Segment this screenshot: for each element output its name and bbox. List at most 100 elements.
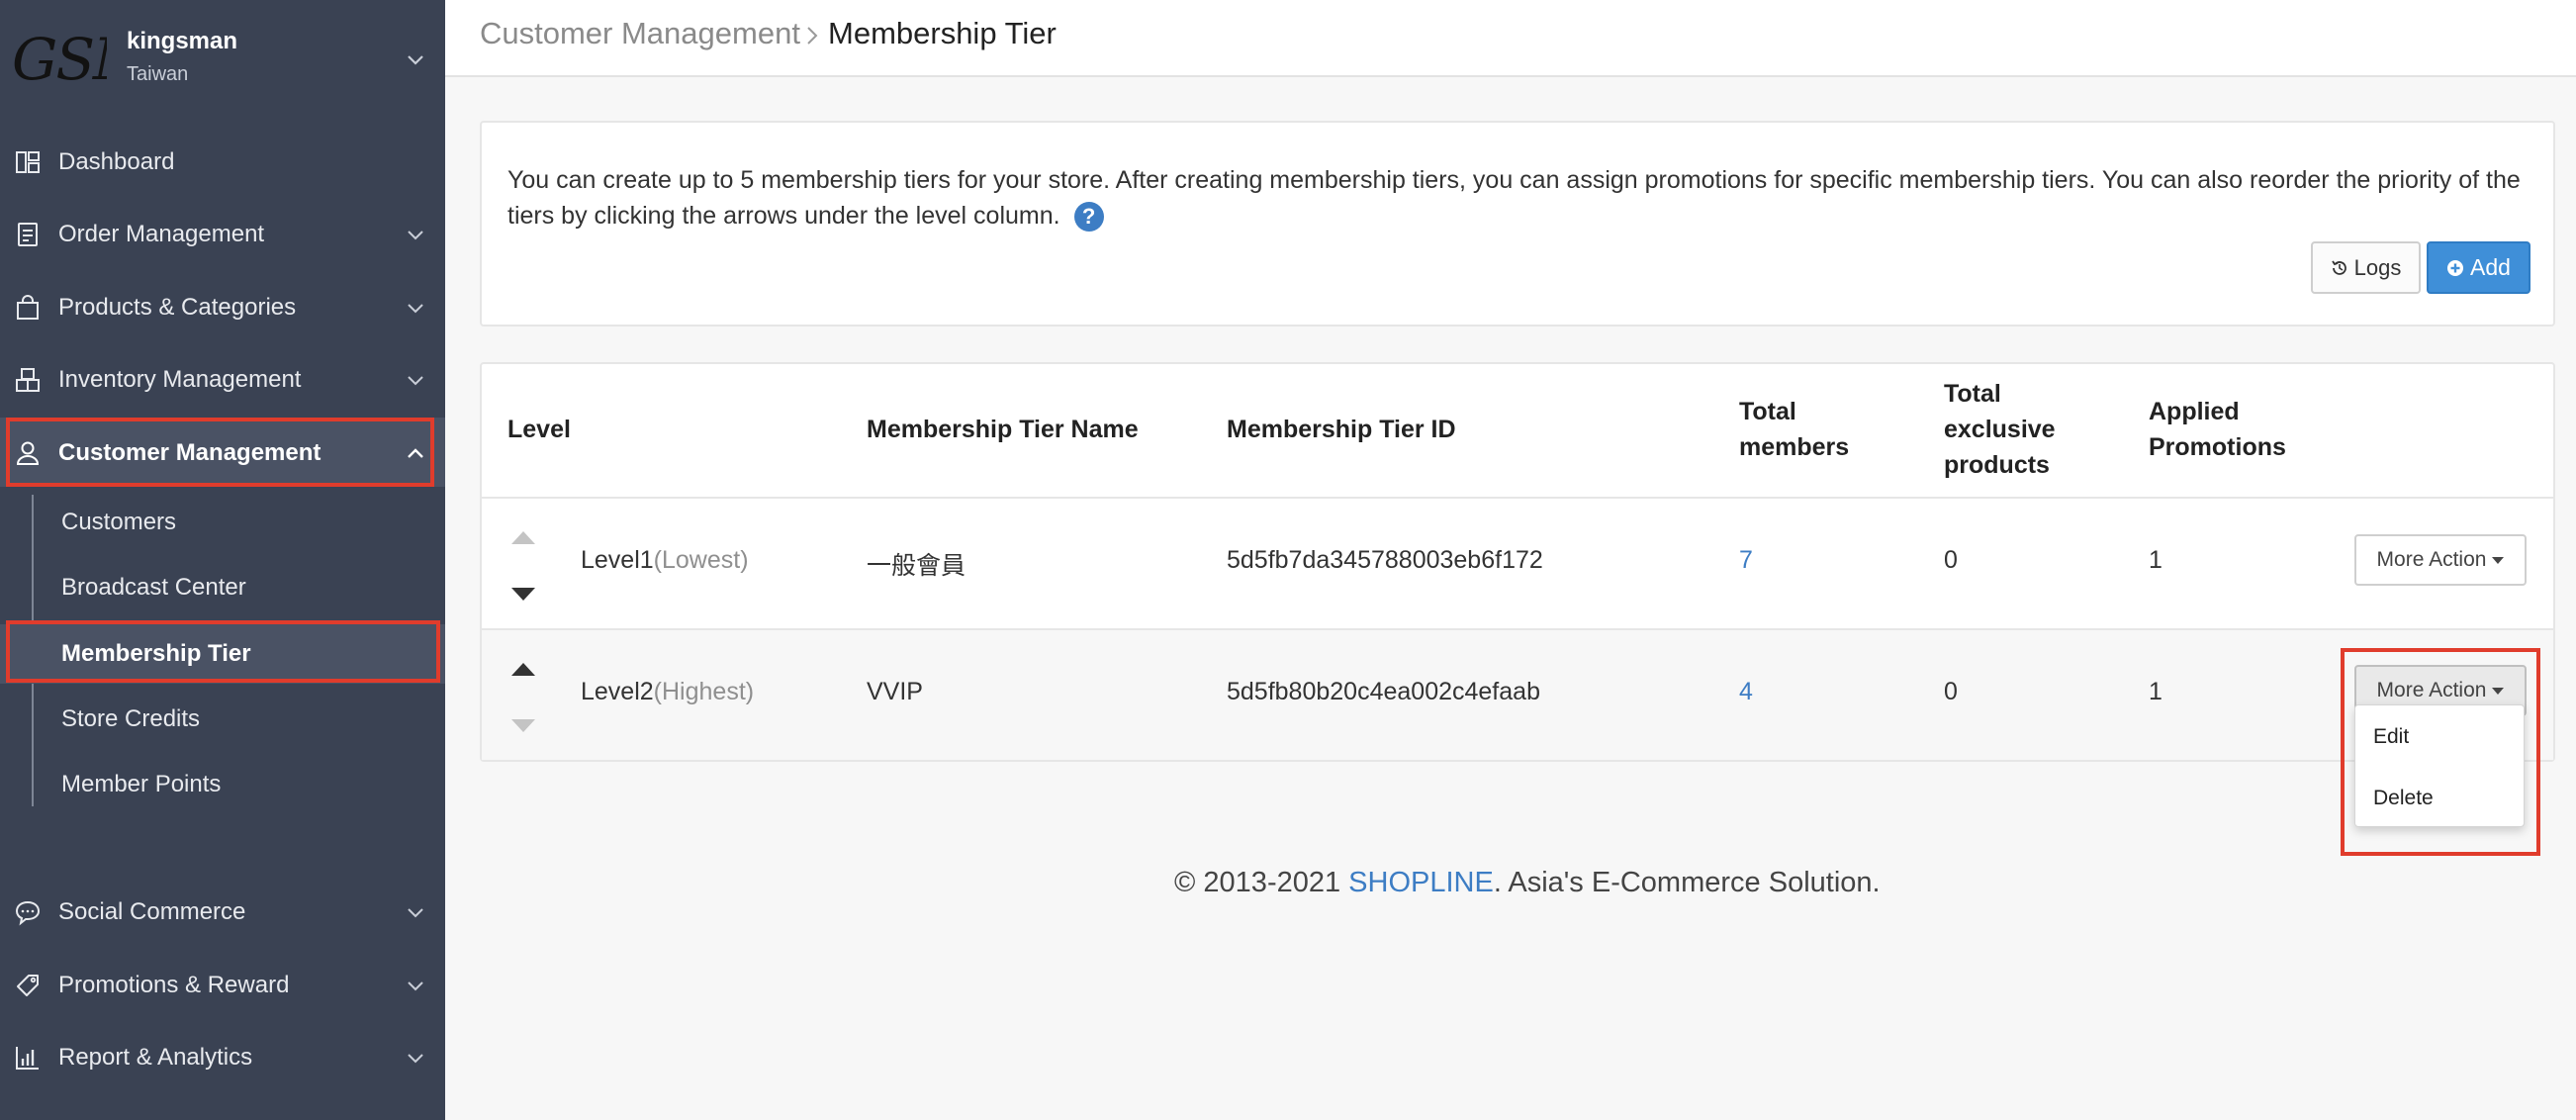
tier-level-text: Level2 [581, 678, 654, 705]
submenu-item-member-points[interactable]: Member Points [0, 755, 445, 814]
info-description: You can create up to 5 membership tiers … [507, 162, 2531, 233]
chevron-down-icon [408, 908, 423, 918]
store-name: kingsman [127, 28, 238, 54]
submenu-item-label: Broadcast Center [61, 574, 246, 601]
sidebar-item-report-analytics[interactable]: Report & Analytics [0, 1022, 445, 1091]
tier-level: Level1(Lowest) [581, 546, 749, 575]
column-header-applied-promotions: Applied Promotions [2149, 394, 2286, 465]
tier-name: VVIP [867, 678, 923, 705]
tier-id: 5d5fb80b20c4ea002c4efaab [1227, 678, 1540, 705]
plus-circle-icon [2447, 260, 2464, 276]
top-bar: Customer Management Membership Tier [445, 0, 2576, 77]
tag-icon [17, 975, 39, 996]
header-line: products [1944, 451, 2050, 479]
tier-id: 5d5fb7da345788003eb6f172 [1227, 546, 1543, 574]
submenu-item-label: Customers [61, 509, 177, 535]
total-members-link[interactable]: 4 [1739, 678, 1753, 706]
column-header-tier-id: Membership Tier ID [1227, 416, 1456, 443]
header-line: Promotions [2149, 433, 2286, 461]
store-switcher[interactable]: GSN kingsman Taiwan [0, 0, 445, 119]
header-line: Total [1944, 380, 2001, 408]
footer-prefix: © 2013-2021 [1174, 867, 1349, 898]
header-line: Applied [2149, 398, 2240, 425]
column-header-tier-name: Membership Tier Name [867, 416, 1139, 443]
move-up-arrow-icon[interactable] [509, 660, 537, 678]
sidebar-item-order-management[interactable]: Order Management [0, 199, 445, 268]
sidebar-item-products-categories[interactable]: Products & Categories [0, 272, 445, 341]
footer-suffix: . Asia's E-Commerce Solution. [1493, 867, 1881, 898]
sidebar-item-promotions-reward[interactable]: Promotions & Reward [0, 950, 445, 1019]
submenu-item-customers[interactable]: Customers [0, 493, 445, 552]
sidebar-item-label: Report & Analytics [58, 1044, 253, 1071]
sidebar-item-label: Order Management [58, 221, 265, 247]
more-action-button[interactable]: More Action [2354, 534, 2527, 586]
chevron-down-icon [408, 376, 423, 386]
chevron-down-icon[interactable] [402, 46, 429, 73]
table-row: Level1(Lowest) 一般會員 5d5fb7da345788003eb6… [482, 497, 2553, 628]
table-row: Level2(Highest) VVIP 5d5fb80b20c4ea002c4… [482, 628, 2553, 760]
sidebar-item-label: Social Commerce [58, 898, 246, 925]
sidebar-item-dashboard[interactable]: Dashboard [0, 127, 445, 196]
applied-promotions-count: 1 [2149, 546, 2162, 574]
submenu-item-label: Member Points [61, 771, 222, 797]
header-line: Total [1739, 398, 1796, 425]
exclusive-products-count: 0 [1944, 678, 1958, 705]
boxes-icon [16, 368, 40, 392]
total-members-link[interactable]: 7 [1739, 546, 1753, 575]
store-region: Taiwan [127, 63, 189, 85]
applied-promotions-count: 1 [2149, 678, 2162, 705]
shopping-bag-icon [17, 295, 39, 320]
logs-button-label: Logs [2353, 255, 2402, 280]
sidebar-item-label: Inventory Management [58, 366, 302, 393]
membership-tier-table: Level Membership Tier Name Membership Ti… [480, 362, 2555, 762]
footer: © 2013-2021 SHOPLINE. Asia's E-Commerce … [1174, 867, 1881, 899]
help-icon[interactable]: ? [1073, 202, 1104, 233]
chevron-down-icon [408, 304, 423, 314]
tier-level-note: (Lowest) [653, 546, 749, 574]
add-button[interactable]: Add [2427, 241, 2530, 294]
column-header-level: Level [507, 416, 571, 443]
sidebar-item-label: Promotions & Reward [58, 972, 290, 998]
chevron-right-icon [807, 27, 818, 45]
sidebar-item-label: Products & Categories [58, 294, 297, 321]
submenu-item-broadcast-center[interactable]: Broadcast Center [0, 558, 445, 617]
move-down-arrow-icon [511, 719, 535, 732]
submenu-item-label: Store Credits [61, 705, 201, 732]
column-header-exclusive-products: Total exclusive products [1944, 376, 2056, 483]
exclusive-products-count: 0 [1944, 546, 1958, 574]
move-up-arrow-icon [511, 531, 535, 544]
breadcrumb-current: Membership Tier [828, 16, 1057, 50]
tier-name: 一般會員 [867, 551, 966, 580]
chevron-down-icon [408, 231, 423, 240]
caret-down-icon [2492, 556, 2505, 564]
highlight-box-more-action [2341, 648, 2540, 856]
history-icon [2331, 260, 2346, 275]
logs-button[interactable]: Logs [2311, 241, 2421, 294]
footer-brand-link[interactable]: SHOPLINE [1348, 867, 1494, 898]
column-header-total-members: Total members [1739, 394, 1849, 465]
add-button-label: Add [2470, 254, 2511, 280]
header-line: members [1739, 433, 1850, 461]
bar-chart-icon [16, 1047, 39, 1070]
sidebar-item-inventory-management[interactable]: Inventory Management [0, 344, 445, 414]
info-panel: You can create up to 5 membership tiers … [480, 121, 2555, 327]
chat-bubble-icon [15, 900, 41, 926]
dashboard-icon [16, 151, 40, 173]
more-action-label: More Action [2376, 548, 2487, 571]
tier-level-note: (Highest) [653, 678, 755, 705]
store-logo: GSN [12, 28, 107, 91]
highlight-box-customer-management [6, 418, 434, 487]
move-down-arrow-icon[interactable] [509, 586, 537, 604]
clipboard-icon [18, 223, 38, 246]
breadcrumb-parent[interactable]: Customer Management [480, 16, 800, 51]
sidebar-item-social-commerce[interactable]: Social Commerce [0, 877, 445, 946]
info-text: You can create up to 5 membership tiers … [507, 166, 2521, 230]
highlight-box-membership-tier [6, 620, 440, 683]
submenu-item-store-credits[interactable]: Store Credits [0, 690, 445, 749]
tier-level: Level2(Highest) [581, 678, 754, 706]
chevron-down-icon [408, 981, 423, 991]
sidebar-item-label: Dashboard [58, 148, 175, 175]
chevron-down-icon [408, 1054, 423, 1064]
sidebar: GSN kingsman Taiwan Dashboard Order Mana… [0, 0, 445, 1120]
tier-level-text: Level1 [581, 546, 654, 574]
